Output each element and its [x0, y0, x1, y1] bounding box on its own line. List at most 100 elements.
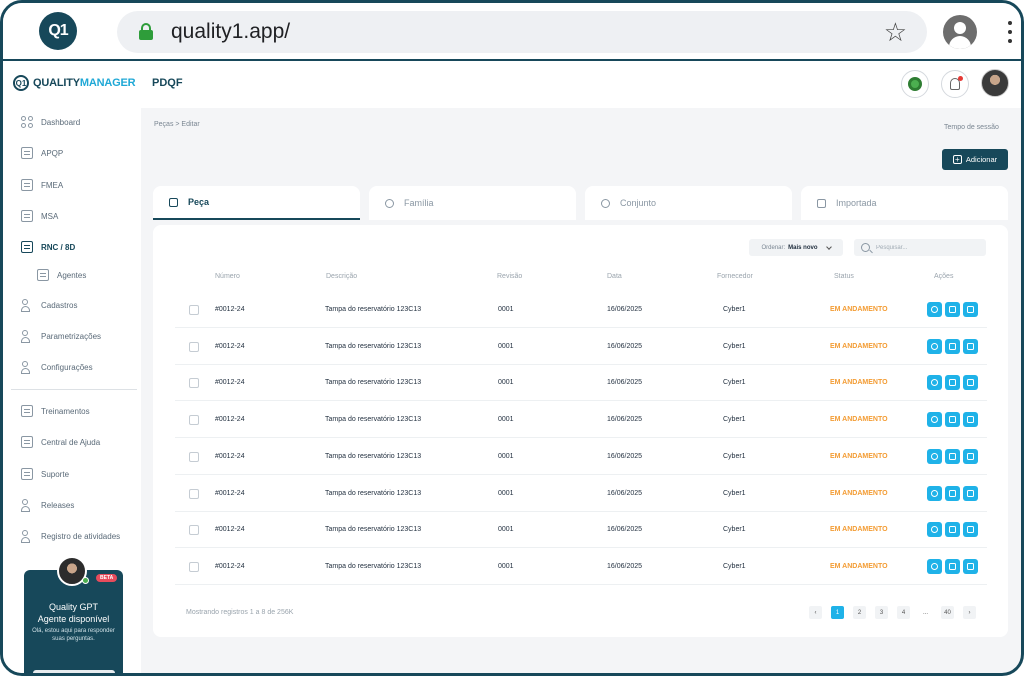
edit-button[interactable] [945, 485, 960, 501]
page-1-button[interactable]: 1 [831, 606, 844, 619]
edit-button[interactable] [945, 338, 960, 354]
view-button[interactable] [927, 412, 942, 428]
copy-button[interactable] [963, 412, 978, 428]
bookmark-star-icon[interactable]: ☆ [884, 17, 907, 48]
tab-conjunto[interactable]: Conjunto [585, 186, 792, 220]
sidebar-item-suporte[interactable]: Suporte [21, 466, 69, 482]
row-checkbox[interactable] [189, 305, 199, 315]
table-row[interactable]: #0012-24 Tampa do reservatório 123C13 0001… [175, 328, 987, 365]
sidebar-item-fmea[interactable]: FMEA [21, 177, 63, 193]
sidebar-item-central-de-ajuda[interactable]: Central de Ajuda [21, 434, 100, 450]
row-checkbox[interactable] [189, 341, 199, 352]
brand-logo[interactable]: Q1 QUALITYMANAGER [13, 75, 136, 91]
gpt-chat-input[interactable] [33, 670, 115, 673]
sidebar-item-msa[interactable]: MSA [21, 208, 58, 224]
edit-icon [949, 416, 956, 424]
view-button[interactable] [927, 302, 942, 317]
tab-familia[interactable]: Família [369, 186, 576, 220]
table-row[interactable]: #0012-24 Tampa do reservatório 123C13 0001… [175, 364, 987, 402]
sidebar-subitem-agentes[interactable]: Agentes [37, 269, 86, 281]
copy-button[interactable] [963, 522, 978, 538]
page-3-button[interactable]: 3 [875, 606, 888, 619]
page-2-button[interactable]: 2 [853, 606, 866, 619]
sidebar-item-releases[interactable]: Releases [21, 497, 74, 513]
tab-peca[interactable]: Peça [153, 186, 360, 220]
sidebar-item-parametrizacoes[interactable]: Parametrizações [21, 328, 101, 344]
cell-data: 16/06/2025 [607, 342, 643, 350]
copy-button[interactable] [963, 338, 978, 354]
table-row[interactable]: #0012-24 Tampa do reservatório 123C13 0001… [175, 438, 987, 475]
view-button[interactable] [927, 448, 942, 464]
edit-button[interactable] [945, 375, 960, 391]
edit-icon [949, 452, 956, 460]
copy-button[interactable] [963, 302, 978, 317]
sort-dropdown[interactable]: Ordenar: Mais novo [749, 239, 843, 256]
row-checkbox[interactable] [189, 378, 199, 389]
column-header-numero[interactable]: Número [215, 273, 240, 280]
agent-card-icon [37, 269, 49, 281]
edit-button[interactable] [945, 412, 960, 428]
sidebar-item-treinamentos[interactable]: Treinamentos [21, 403, 90, 419]
sidebar-item-apqp[interactable]: APQP [21, 145, 63, 161]
edit-button[interactable] [945, 448, 960, 464]
prev-page-button[interactable]: ‹ [809, 606, 822, 619]
row-checkbox[interactable] [189, 451, 199, 462]
edit-button[interactable] [945, 522, 960, 538]
table-row[interactable]: #0012-24 Tampa do reservatório 123C13 0001… [175, 475, 987, 512]
address-bar[interactable]: quality1.app/ ☆ [117, 11, 927, 53]
browser-menu-icon[interactable] [1007, 21, 1013, 43]
search-input[interactable] [876, 244, 976, 251]
row-checkbox[interactable] [189, 561, 199, 572]
view-button[interactable] [927, 375, 942, 391]
view-button[interactable] [927, 558, 942, 574]
view-button[interactable] [927, 522, 942, 538]
add-button[interactable]: + Adicionar [942, 149, 1008, 170]
row-actions [927, 375, 978, 391]
quality-gpt-button[interactable] [901, 70, 929, 98]
view-button[interactable] [927, 338, 942, 354]
browser-window: Q1 quality1.app/ ☆ Q1 QUALITYMANAGER PDQ… [0, 0, 1024, 676]
column-header-status[interactable]: Status [834, 273, 854, 280]
cell-numero: #0012-24 [215, 526, 245, 534]
browser-profile-icon[interactable] [943, 15, 977, 49]
column-header-fornecedor[interactable]: Fornecedor [717, 273, 753, 280]
cell-data: 16/06/2025 [607, 489, 643, 497]
edit-button[interactable] [945, 302, 960, 317]
column-header-descricao[interactable]: Descrição [326, 273, 357, 280]
search-box[interactable] [854, 239, 986, 256]
box-icon [169, 197, 178, 207]
tab-importada[interactable]: Importada [801, 186, 1008, 220]
column-header-revisao[interactable]: Revisão [497, 273, 522, 280]
view-button[interactable] [927, 485, 942, 501]
table-row[interactable]: #0012-24 Tampa do reservatório 123C13 0001… [175, 291, 987, 328]
column-header-data[interactable]: Data [607, 273, 622, 280]
page-last-button[interactable]: 40 [941, 606, 954, 619]
table-row[interactable]: #0012-24 Tampa do reservatório 123C13 0001… [175, 401, 987, 439]
quality-gpt-card[interactable]: BETA Quality GPT Agente disponível Olá, … [24, 556, 123, 673]
edit-button[interactable] [945, 558, 960, 574]
table-row[interactable]: #0012-24 Tampa do reservatório 123C13 0001… [175, 548, 987, 585]
cell-revisao: 0001 [498, 489, 514, 497]
sidebar-item-dashboard[interactable]: Dashboard [21, 114, 80, 130]
user-avatar[interactable] [981, 69, 1009, 97]
notifications-button[interactable] [941, 70, 969, 98]
row-checkbox[interactable] [189, 525, 199, 536]
sidebar-divider [11, 389, 137, 390]
page-4-button[interactable]: 4 [897, 606, 910, 619]
table-row[interactable]: #0012-24 Tampa do reservatório 123C13 0001… [175, 511, 987, 549]
cell-data: 16/06/2025 [607, 452, 643, 460]
copy-button[interactable] [963, 375, 978, 391]
sidebar-item-cadastros[interactable]: Cadastros [21, 297, 77, 313]
sidebar-item-configuracoes[interactable]: Configurações [21, 359, 93, 375]
row-checkbox[interactable] [189, 415, 199, 426]
row-checkbox[interactable] [189, 488, 199, 499]
copy-button[interactable] [963, 448, 978, 464]
copy-button[interactable] [963, 558, 978, 574]
sidebar-item-registro-de-atividades[interactable]: Registro de atividades [21, 528, 120, 544]
breadcrumb[interactable]: Peças > Editar [154, 121, 200, 128]
row-actions [927, 302, 978, 317]
sidebar-item-rnc-8d[interactable]: RNC / 8D [21, 239, 75, 255]
cell-revisao: 0001 [498, 416, 514, 424]
copy-button[interactable] [963, 485, 978, 501]
next-page-button[interactable]: › [963, 606, 976, 619]
